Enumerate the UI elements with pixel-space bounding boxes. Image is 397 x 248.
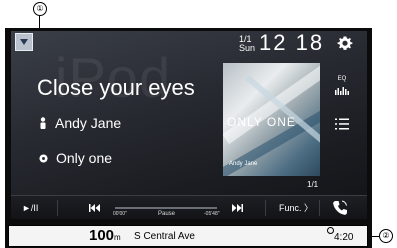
callout-2: ②: [379, 229, 393, 243]
album-row: Only one: [39, 150, 112, 166]
remaining-time: -05'48": [204, 211, 220, 217]
gear-icon[interactable]: [337, 35, 353, 51]
play-pause-button[interactable]: ►/II: [22, 196, 38, 219]
street-name: S Central Ave: [134, 231, 195, 242]
av-screen: iPod 1/1 Sun 12 18 Close your eyes Andy …: [11, 31, 367, 219]
func-button[interactable]: Func. 〉: [279, 196, 313, 219]
clock: 12 18: [259, 31, 325, 55]
divider: [57, 200, 58, 216]
elapsed-time: 00'00": [113, 211, 127, 217]
date-weekday: Sun: [239, 43, 256, 53]
previous-icon[interactable]: [89, 204, 101, 212]
playback-status: Pause: [158, 211, 176, 217]
next-icon[interactable]: [231, 204, 243, 212]
album-art-title: ONLY ONE: [227, 115, 296, 129]
divider: [265, 200, 266, 216]
distance-unit: m: [114, 233, 121, 242]
menu-icon: [20, 39, 28, 45]
album-name: Only one: [56, 150, 113, 166]
person-icon: [40, 117, 46, 129]
callout-1: ①: [33, 2, 47, 16]
track-count: 1/1: [307, 180, 319, 189]
phone-icon[interactable]: [333, 200, 347, 215]
artist-row: Andy Jane: [39, 115, 121, 131]
eq-icon: [335, 87, 349, 95]
eq-label: EQ: [337, 76, 347, 82]
song-title: Close your eyes: [37, 75, 195, 100]
disc-icon: [39, 153, 48, 163]
eq-button[interactable]: EQ: [335, 76, 349, 100]
navigation-bar[interactable]: 100m S Central Ave 4:20: [8, 225, 368, 247]
date-display: 1/1 Sun: [239, 35, 255, 53]
album-art-artist: Andy Jane: [229, 161, 258, 167]
distance-to-turn: 100m: [89, 227, 121, 244]
arrival-time: 4:20: [334, 232, 354, 243]
source-menu-button[interactable]: [15, 33, 33, 51]
divider: [319, 200, 320, 216]
clock-icon: [327, 227, 334, 234]
list-icon[interactable]: [335, 118, 349, 130]
progress-bar[interactable]: [115, 207, 217, 209]
control-bar: ►/II 00'00" Pause -05'48" Func. 〉: [11, 195, 367, 219]
distance-value: 100: [89, 227, 115, 244]
artist-name: Andy Jane: [55, 115, 122, 131]
album-art[interactable]: ONLY ONE Andy Jane: [223, 63, 320, 176]
